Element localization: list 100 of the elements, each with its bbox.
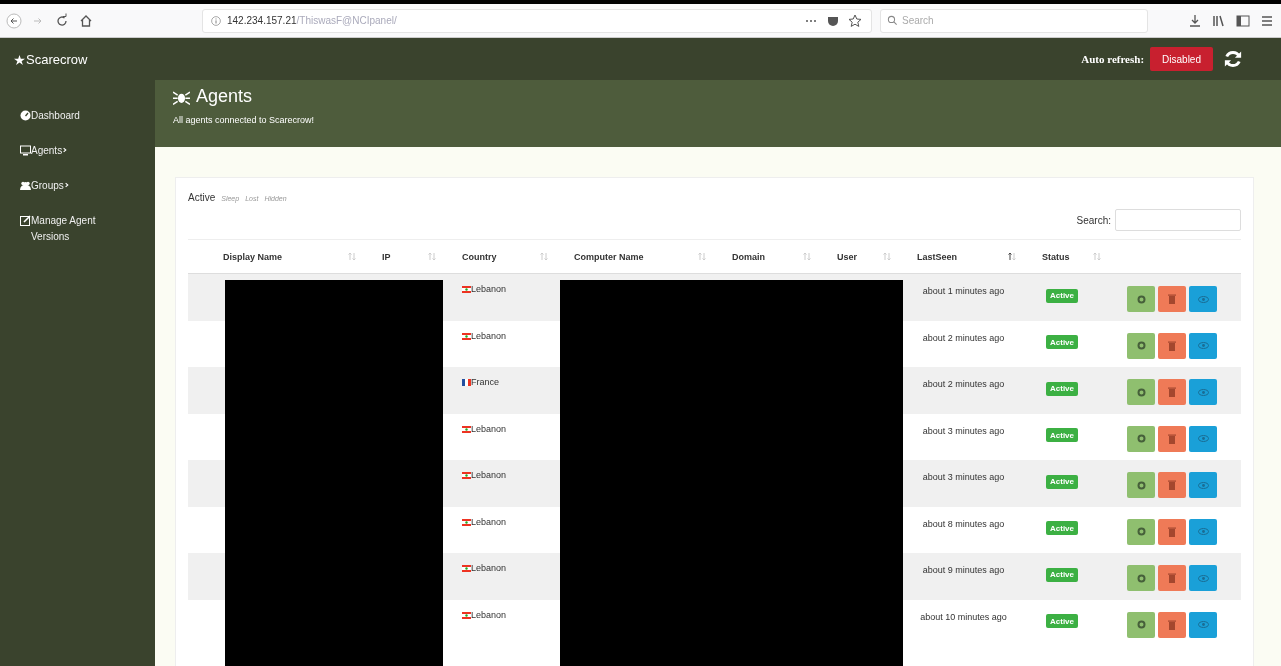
sidebar-item[interactable]: Dashboard: [0, 108, 155, 124]
gear-icon: [1136, 387, 1146, 397]
delete-button[interactable]: [1158, 611, 1186, 638]
filter-tab[interactable]: Active: [188, 192, 216, 203]
eye-icon: [1197, 388, 1209, 396]
country-cell: Lebanon: [471, 330, 507, 341]
eye-icon: [1197, 621, 1209, 628]
eye-icon: [1197, 435, 1209, 442]
status-badge: Active: [1046, 567, 1078, 582]
gear-icon: [1136, 434, 1146, 443]
gear-icon: [1136, 294, 1146, 304]
address-bar[interactable]: 142.234.157.21/ThiswasF@NCIpanel/: [202, 8, 872, 33]
status-badge: Active: [1046, 335, 1078, 349]
column-header[interactable]: Status: [1042, 251, 1070, 262]
column-header[interactable]: LastSeen: [917, 251, 958, 262]
delete-button[interactable]: [1158, 332, 1186, 359]
refresh-icon[interactable]: [1223, 49, 1243, 69]
status-badge: Active: [1046, 381, 1078, 396]
search-placeholder: Search: [902, 15, 934, 26]
view-button[interactable]: [1189, 332, 1217, 359]
sidebar-icon[interactable]: [1235, 12, 1251, 29]
eye-icon: [1197, 295, 1209, 303]
settings-button[interactable]: [1127, 472, 1155, 498]
country-cell: Lebanon: [471, 563, 507, 573]
country-cell: Lebanon: [471, 284, 507, 294]
sidebar-item[interactable]: Groups: [0, 178, 155, 194]
view-button[interactable]: [1189, 611, 1217, 638]
gear-icon: [1136, 341, 1146, 350]
download-icon[interactable]: [1187, 12, 1203, 29]
status-badge: Active: [1046, 288, 1078, 303]
last-seen-cell: about 2 minutes ago: [922, 379, 1005, 389]
url-path: /ThiswasF@NCIpanel/: [296, 15, 397, 26]
column-header[interactable]: User: [837, 251, 857, 262]
eye-icon: [1197, 574, 1209, 582]
last-seen-cell: about 2 minutes ago: [922, 332, 1005, 343]
column-header[interactable]: Display Name: [223, 251, 283, 262]
last-seen-cell: about 3 minutes ago: [922, 425, 1005, 436]
spider-icon: [173, 89, 190, 106]
view-button[interactable]: [1189, 518, 1217, 545]
reload-icon[interactable]: [54, 12, 70, 29]
back-icon[interactable]: [6, 12, 22, 29]
country-cell: Lebanon: [471, 516, 507, 527]
brand[interactable]: Scarecrow: [14, 51, 88, 67]
settings-button[interactable]: [1127, 425, 1155, 452]
star-icon[interactable]: [847, 12, 863, 29]
trash-icon: [1168, 526, 1176, 537]
settings-button[interactable]: [1127, 379, 1155, 405]
settings-button[interactable]: [1127, 611, 1155, 638]
delete-button[interactable]: [1158, 425, 1186, 452]
country-cell: Lebanon: [471, 470, 507, 480]
settings-button[interactable]: [1127, 518, 1155, 545]
edit-icon: [20, 215, 31, 226]
page-subtitle: All agents connected to Scarecrow!: [173, 115, 316, 125]
gear-icon: [1136, 573, 1146, 583]
dashboard-icon: [20, 110, 31, 121]
url-host: 142.234.157.21: [227, 15, 297, 26]
sidebar-item[interactable]: Agents: [0, 143, 155, 159]
trash-icon: [1168, 480, 1176, 490]
status-badge: Active: [1046, 521, 1078, 535]
eye-icon: [1197, 528, 1209, 535]
info-icon: [211, 15, 221, 26]
last-seen-cell: about 1 minutes ago: [922, 286, 1005, 296]
settings-button[interactable]: [1127, 332, 1155, 359]
last-seen-cell: about 3 minutes ago: [922, 472, 1005, 482]
status-badge: Active: [1046, 428, 1078, 442]
eye-icon: [1197, 342, 1209, 349]
status-badge: Active: [1046, 614, 1078, 628]
search-icon: [887, 15, 898, 26]
last-seen-cell: about 10 minutes ago: [920, 611, 1007, 622]
trash-icon: [1168, 573, 1176, 583]
gear-icon: [1136, 527, 1146, 536]
trash-icon: [1168, 387, 1176, 397]
users-icon: [20, 180, 31, 191]
country-cell: France: [471, 377, 499, 387]
eye-icon: [1197, 481, 1209, 489]
country-cell: Lebanon: [471, 609, 507, 620]
last-seen-cell: about 8 minutes ago: [922, 518, 1005, 529]
search-field[interactable]: [1115, 209, 1241, 231]
country-cell: Lebanon: [471, 423, 507, 434]
status-badge: Active: [1046, 474, 1078, 489]
gear-icon: [1136, 480, 1146, 490]
trash-icon: [1168, 294, 1176, 304]
column-header[interactable]: Country: [462, 251, 497, 262]
sidebar-item[interactable]: Manage Agent Versions: [0, 213, 155, 245]
last-seen-cell: about 9 minutes ago: [922, 565, 1005, 575]
trash-icon: [1168, 340, 1176, 351]
column-header[interactable]: IP: [382, 251, 391, 262]
star-icon: [14, 54, 25, 66]
trash-icon: [1168, 619, 1176, 630]
page-title: Agents: [173, 86, 1263, 107]
delete-button[interactable]: [1158, 518, 1186, 545]
monitor-icon: [20, 145, 31, 156]
trash-icon: [1168, 433, 1176, 444]
sort-icon[interactable]: [1008, 252, 1016, 261]
settings-button[interactable]: [1127, 565, 1155, 591]
settings-button[interactable]: [1127, 286, 1155, 312]
column-header[interactable]: Domain: [732, 251, 765, 262]
view-button[interactable]: [1189, 425, 1217, 452]
auto-refresh-button[interactable]: Disabled: [1150, 47, 1213, 71]
column-header[interactable]: Computer Name: [574, 251, 644, 262]
